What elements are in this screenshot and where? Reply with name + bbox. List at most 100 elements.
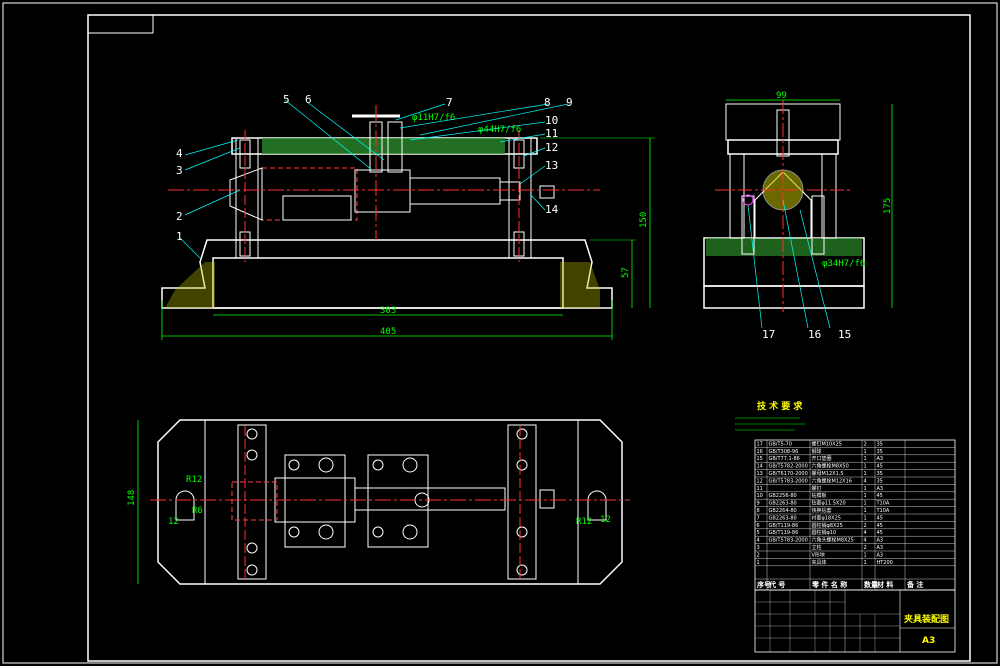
- bom-cell: 六角螺栓M12X16: [812, 477, 852, 484]
- callout-15: 15: [838, 328, 851, 341]
- dim-150: 150: [639, 212, 649, 228]
- bom-cell: 2: [864, 441, 867, 447]
- dim-r6-left: R6: [192, 506, 203, 516]
- title-block-name: 夹具装配图: [904, 613, 949, 625]
- bom-cell: 六角头螺栓M8X25: [812, 537, 854, 544]
- side-view: 99 175 φ34H7/f6 17 16 15: [703, 91, 893, 341]
- callout-9: 9: [566, 96, 573, 109]
- callout-3: 3: [176, 164, 183, 177]
- bom-cell: GB/T6170-2000: [769, 471, 808, 477]
- callout-10: 10: [545, 114, 558, 127]
- bom-cell: 螺母M12X1.5: [812, 470, 844, 477]
- dim-148: 148: [127, 490, 137, 506]
- bom-cell: 1: [864, 515, 867, 521]
- bom-cell: 4: [757, 538, 760, 544]
- bom-cell: 1: [864, 501, 867, 507]
- bom-cell: 4: [864, 530, 867, 536]
- bom-cell: 35: [877, 478, 883, 484]
- bom-cell: 开口垫圈: [812, 455, 832, 462]
- bom-cell: 13: [757, 471, 763, 477]
- bom-cell: A3: [877, 545, 884, 551]
- bom-cell: GB/T77.1-86: [769, 456, 800, 462]
- fit-11: φ11H7/f6: [412, 113, 455, 123]
- bom-cell: 35: [877, 449, 883, 455]
- callout-7: 7: [446, 96, 453, 109]
- bom-cell: GB/T119-86: [769, 523, 799, 529]
- bom-cell: 15: [757, 456, 763, 462]
- bom-cell: HT200: [877, 560, 893, 566]
- bom-header-cell: 零 件 名 称: [811, 580, 847, 589]
- bom-cell: V形块: [812, 551, 825, 558]
- bom-cell: 1: [864, 464, 867, 470]
- bom-cell: 9: [757, 501, 760, 507]
- bom-cell: 1: [864, 449, 867, 455]
- callout-8: 8: [544, 96, 551, 109]
- bom-cell: A3: [877, 538, 884, 544]
- callout-17: 17: [762, 328, 775, 341]
- callout-14: 14: [545, 203, 559, 216]
- bom-cell: 35: [877, 441, 883, 447]
- dim-12-left: 12: [168, 517, 179, 527]
- bom-cell: 2: [864, 545, 867, 551]
- bom-cell: 1: [864, 560, 867, 566]
- tech-req-title: 技 术 要 求: [757, 400, 803, 412]
- dim-12-right: 12: [600, 515, 611, 525]
- bom-cell: 16: [757, 449, 763, 455]
- bom-cell: 1: [864, 508, 867, 514]
- bom-cell: 1: [864, 456, 867, 462]
- bom-cell: GB/T308-96: [769, 449, 799, 455]
- bom-cell: GB/T5783-2000: [769, 478, 808, 484]
- bom-cell: 5: [757, 530, 760, 536]
- bom-cell: GB/T5-70: [769, 441, 792, 447]
- bom-cell: 夹具体: [812, 559, 827, 566]
- callout-11: 11: [545, 127, 558, 140]
- bom-cell: GB2263-80: [769, 501, 797, 507]
- fit-34: φ34H7/f6: [822, 259, 865, 269]
- bom-cell: 钢球: [812, 448, 822, 455]
- bom-cell: T10A: [876, 501, 890, 507]
- front-view: 303 405 150 57 φ11H7/f6 φ44H7/f6 1 2 3 4…: [161, 93, 655, 340]
- bom-cell: 螺钉M10X25: [812, 440, 842, 447]
- bom-cell: 钻模板: [812, 492, 827, 499]
- bom-cell: 4: [864, 538, 867, 544]
- callout-16: 16: [808, 328, 821, 341]
- bom-cell: A3: [877, 456, 884, 462]
- bom-cell: 衬套φ18X25: [812, 514, 841, 521]
- top-view: 148 R12 R6 12 R12 12: [127, 419, 630, 585]
- bom-cell: 17: [757, 441, 763, 447]
- bom-cell: 12: [757, 478, 763, 484]
- bom-cell: 11: [757, 486, 763, 492]
- callout-2: 2: [176, 210, 183, 223]
- bom-cell: 圆柱销φ8X25: [812, 522, 843, 529]
- bom-cell: 六角螺栓M8X50: [812, 463, 849, 470]
- callout-13: 13: [545, 159, 558, 172]
- dim-405: 405: [380, 327, 396, 337]
- bom-cell: 2: [757, 552, 760, 558]
- bom-cell: 3: [757, 545, 760, 551]
- bom-cell: 1: [864, 493, 867, 499]
- dim-99: 99: [776, 91, 787, 101]
- sheet-size: A3: [922, 636, 935, 646]
- dim-57: 57: [621, 267, 631, 278]
- bom-cell: 45: [877, 523, 883, 529]
- bom-cell: 1: [864, 471, 867, 477]
- bom-cell: 45: [877, 464, 883, 470]
- bom-cell: GB/T5782-2000: [769, 464, 808, 470]
- bom-cell: 圆柱销φ10: [812, 529, 837, 536]
- bom-cell: 快换钻套: [812, 507, 832, 514]
- bom-cell: 45: [877, 530, 883, 536]
- bom-header-cell: 材 料: [876, 580, 893, 589]
- bom-cell: 1: [864, 486, 867, 492]
- bom-cell: 2: [864, 523, 867, 529]
- bom-cell: A3: [877, 486, 884, 492]
- bom-cell: GB/T119-86: [769, 530, 799, 536]
- bom-cell: T10A: [876, 508, 890, 514]
- bom-cell: 10: [757, 493, 763, 499]
- bom-header-cell: 数量: [864, 580, 878, 589]
- callout-4: 4: [176, 147, 183, 160]
- bom-cell: 螺钉: [812, 485, 822, 492]
- bom-cell: GB2263-80: [769, 515, 797, 521]
- bom-cell: 6: [757, 523, 760, 529]
- bom-cell: 45: [877, 515, 883, 521]
- dim-r12-left: R12: [186, 475, 202, 485]
